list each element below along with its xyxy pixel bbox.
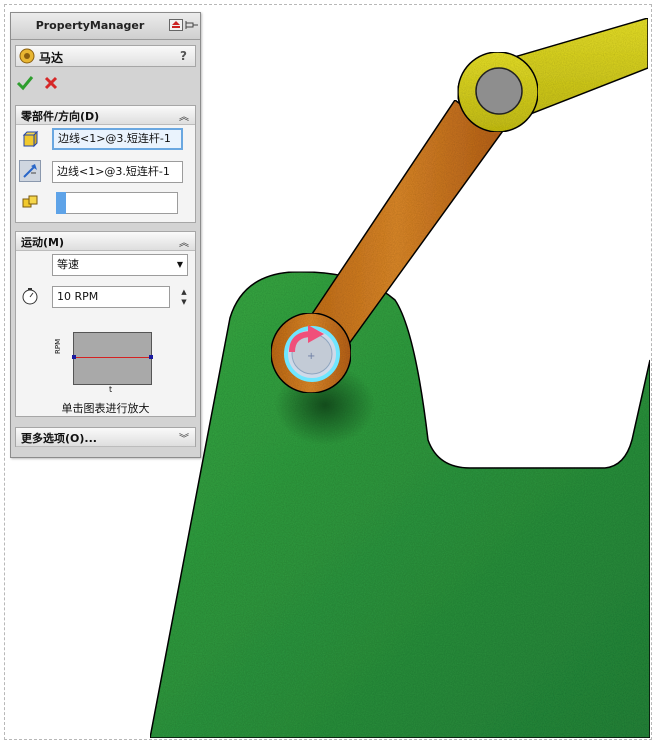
link-joint-pin[interactable] [475,67,523,115]
speed-input[interactable]: 10 RPM [52,286,170,308]
section-title: 零部件/方向(D) [21,110,100,123]
reverse-direction-button[interactable] [19,160,41,182]
chevron-double-up-icon[interactable]: ︽ [179,108,189,123]
motor-icon [19,48,35,64]
graph-caption: 单击图表进行放大 [61,402,150,415]
motion-type-value: 等速 [57,258,79,271]
motion-type-select[interactable]: 等速 ▼ [52,254,188,276]
feature-name: 马达 [39,51,64,65]
load-bearing-faces-icon [22,195,38,208]
chevron-double-down-icon[interactable]: ︾ [179,430,189,445]
chevron-double-up-icon[interactable]: ︽ [179,234,189,249]
components-direction-section: 零部件/方向(D) ︽ 边线<1>@3.短连杆-1 边线<1>@3.短连杆-1 [15,105,196,223]
collapse-panel-icon[interactable] [169,19,183,31]
chevron-down-icon: ▼ [176,260,183,269]
motor-center-mark: + [307,351,315,362]
section-header[interactable]: 运动(M) ︽ [16,232,195,251]
property-manager-panel: PropertyManager 马达 ? 零部件/方向(D) ︽ 边线<1>@3… [10,12,201,458]
component-selection-field[interactable]: 边线<1>@3.短连杆-1 [52,128,183,150]
motion-profile-graph[interactable] [72,332,153,385]
component-cube-icon [22,130,39,148]
direction-selection-field[interactable]: 边线<1>@3.短连杆-1 [52,161,183,183]
speed-decrement-button[interactable]: ▼ [178,297,190,308]
checkmark-icon[interactable] [16,75,34,91]
reverse-direction-icon [23,164,37,178]
pin-panel-icon[interactable] [185,19,199,31]
more-options-section[interactable]: 更多选项(O)... ︾ [15,427,196,447]
active-selection-marker [56,192,66,214]
x-icon[interactable] [43,75,59,91]
motion-section: 运动(M) ︽ 等速 ▼ 10 RPM ▲ ▼ RPM t 单击图表进行放大 [15,231,196,417]
graph-end-point [149,355,153,359]
section-title: 运动(M) [21,236,65,249]
graph-x-axis-label: t [109,385,113,394]
graph-y-axis-label: RPM [54,338,62,354]
section-header[interactable]: 零部件/方向(D) ︽ [16,106,195,125]
help-button[interactable]: ? [180,49,187,63]
fixed-frame-part[interactable] [149,271,651,739]
stopwatch-icon [22,288,38,305]
graph-profile-line [74,357,151,358]
feature-header: 马达 ? [15,45,196,67]
graph-start-point [72,355,76,359]
section-header[interactable]: 更多选项(O)... ︾ [16,428,195,447]
property-manager-titlebar: PropertyManager [11,13,200,40]
property-manager-title: PropertyManager [35,19,145,32]
load-bearing-field[interactable] [56,192,178,214]
section-title: 更多选项(O)... [21,432,97,445]
